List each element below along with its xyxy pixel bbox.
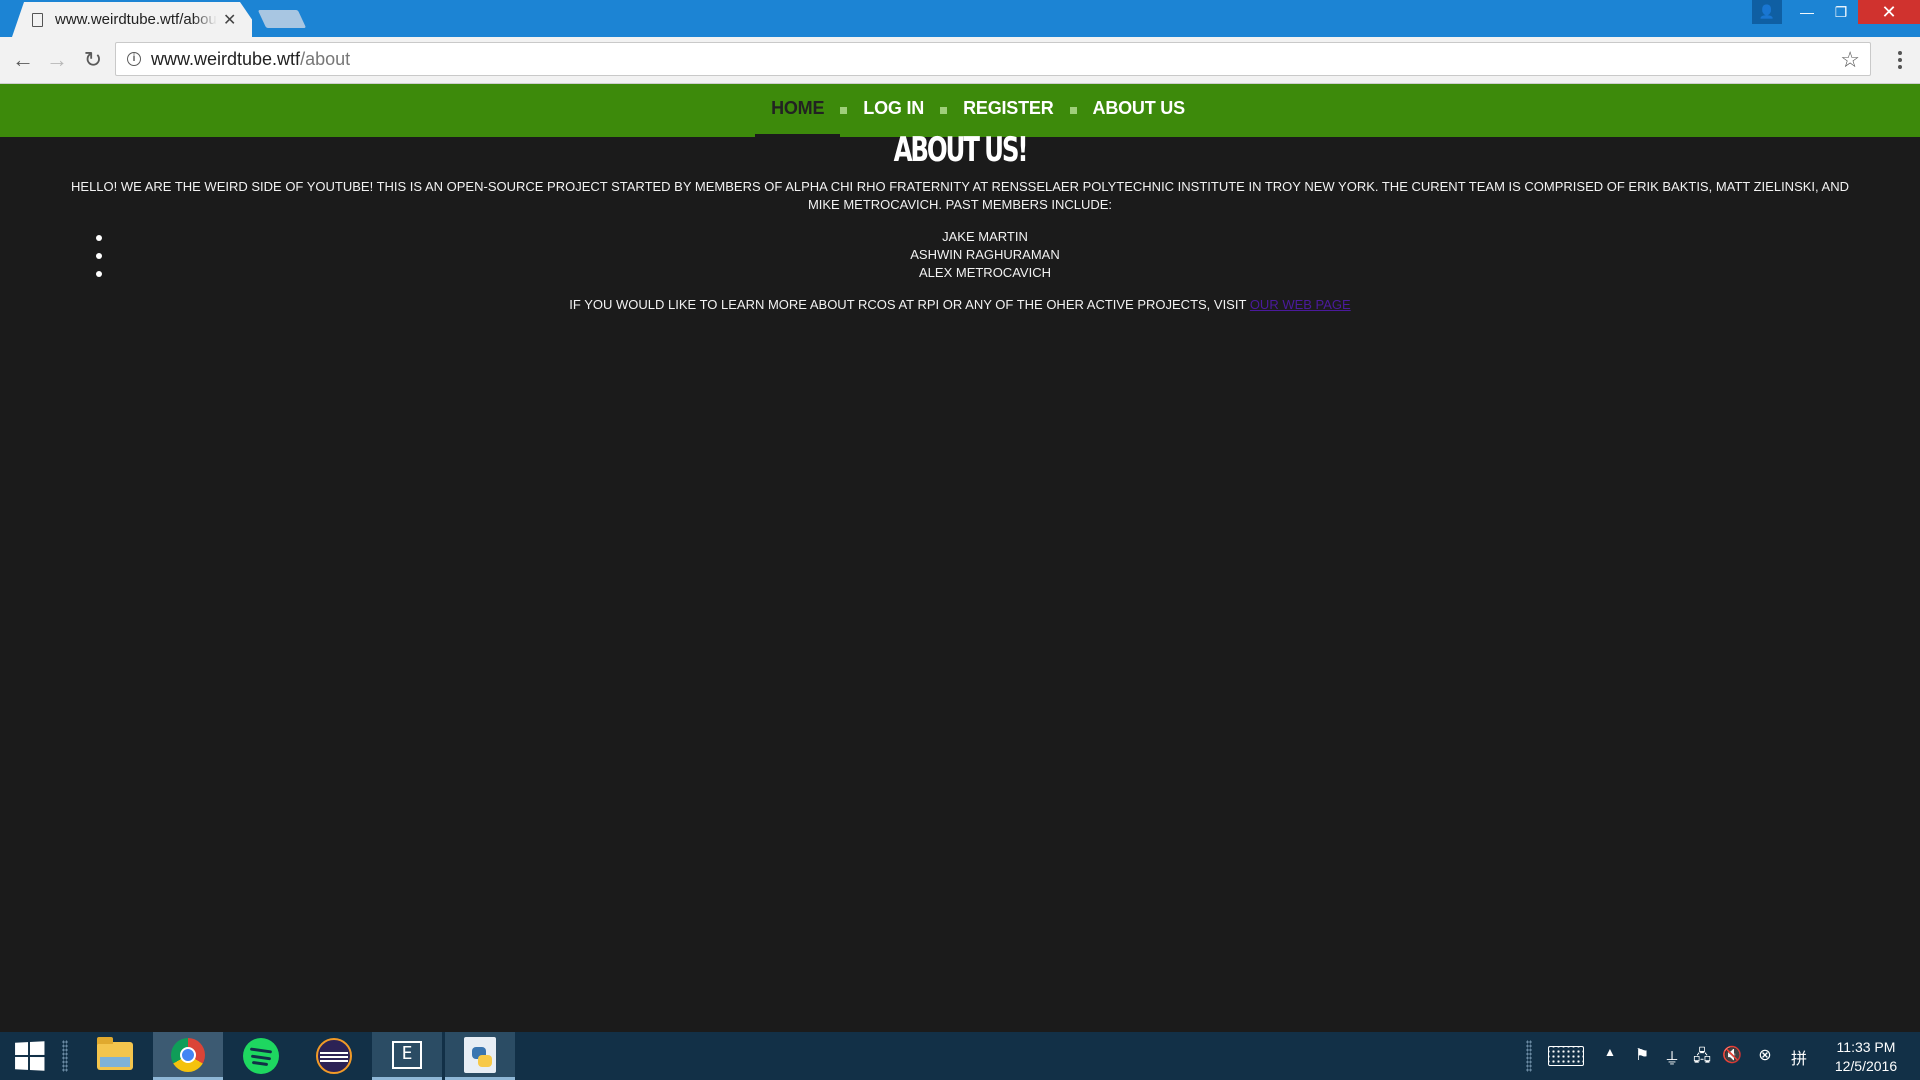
bookmark-star-icon[interactable]: ☆: [1840, 47, 1860, 73]
tray-grip: [1526, 1040, 1532, 1072]
touch-keyboard-icon[interactable]: [1548, 1046, 1584, 1066]
language-icon[interactable]: 拼: [1788, 1045, 1810, 1069]
network-icon[interactable]: 🖧: [1691, 1045, 1713, 1072]
outro-paragraph: IF YOU WOULD LIKE TO LEARN MORE ABOUT RC…: [0, 297, 1920, 312]
python-app[interactable]: [445, 1032, 515, 1080]
eclipse-app[interactable]: [299, 1032, 369, 1080]
start-button[interactable]: [0, 1032, 58, 1080]
chrome-app[interactable]: [153, 1032, 223, 1080]
browser-menu-icon[interactable]: [1890, 49, 1910, 71]
new-tab-button[interactable]: [257, 10, 307, 28]
volume-muted-icon[interactable]: 🔇: [1721, 1045, 1743, 1065]
info-icon[interactable]: i: [127, 52, 141, 66]
clock-date: 12/5/2016: [1834, 1058, 1898, 1074]
bullet-icon: [96, 235, 102, 241]
our-web-page-link[interactable]: OUR WEB PAGE: [1250, 297, 1351, 312]
flag-icon[interactable]: ⚑: [1631, 1045, 1653, 1065]
nav-separator: [940, 107, 948, 114]
eclipse-icon: [316, 1038, 352, 1074]
maximize-button[interactable]: ❐: [1824, 0, 1858, 24]
past-member-name: ALEX METROCAVICH: [919, 265, 1051, 280]
chrome-icon: [171, 1037, 205, 1072]
terminal-app[interactable]: E: [372, 1032, 442, 1080]
taskbar: E ▲ ⚑ ⏚ 🖧 🔇 ⊗ 拼 11:33 PM 12/5/2016: [0, 1032, 1920, 1080]
browser-toolbar: ← → ↻ i www.weirdtube.wtf/about ☆: [0, 37, 1920, 84]
list-item: ASHWIN RAGHURAMAN: [0, 246, 1920, 264]
address-bar[interactable]: i www.weirdtube.wtf/about ☆: [115, 42, 1871, 76]
bullet-icon: [96, 253, 102, 259]
bullet-icon: [96, 271, 102, 277]
error-icon[interactable]: ⊗: [1754, 1045, 1776, 1065]
url-path: /about: [300, 48, 351, 69]
windows-logo-icon: [15, 1041, 45, 1071]
nav-separator: [840, 107, 848, 114]
clock-time: 11:33 PM: [1836, 1039, 1896, 1055]
outro-text: IF YOU WOULD LIKE TO LEARN MORE ABOUT RC…: [569, 297, 1247, 312]
clock[interactable]: 11:33 PM 12/5/2016: [1826, 1038, 1906, 1076]
reload-icon[interactable]: ↻: [78, 45, 108, 75]
nav-separator: [1069, 107, 1077, 114]
browser-tab-content[interactable]: www.weirdtube.wtf/about ✕: [18, 2, 246, 37]
page-title: ABOUT US!: [893, 130, 1029, 170]
list-item: JAKE MARTIN: [0, 228, 1920, 246]
browser-titlebar: www.weirdtube.wtf/about ✕ 👤 — ❐ ✕: [0, 0, 1920, 37]
past-member-name: ASHWIN RAGHURAMAN: [910, 247, 1060, 262]
close-window-button[interactable]: ✕: [1858, 0, 1920, 24]
terminal-icon: E: [392, 1040, 422, 1069]
back-arrow-icon[interactable]: ←: [8, 45, 38, 75]
intro-paragraph: HELLO! WE ARE THE WEIRD SIDE OF YOUTUBE!…: [71, 179, 1849, 212]
forward-arrow-icon[interactable]: →: [42, 45, 72, 75]
python-icon: [464, 1036, 496, 1073]
show-hidden-icons-icon[interactable]: ▲: [1599, 1045, 1621, 1059]
spotify-icon: [243, 1038, 279, 1074]
folder-icon: [97, 1037, 133, 1070]
file-explorer-app[interactable]: [80, 1032, 150, 1080]
tab-title: www.weirdtube.wtf/about: [55, 11, 217, 28]
spotify-app[interactable]: [226, 1032, 296, 1080]
minimize-button[interactable]: —: [1790, 0, 1824, 24]
profile-icon[interactable]: 👤: [1752, 0, 1782, 24]
past-members-list: JAKE MARTIN ASHWIN RAGHURAMAN ALEX METRO…: [0, 228, 1920, 282]
past-member-name: JAKE MARTIN: [942, 229, 1028, 244]
close-tab-icon[interactable]: ✕: [223, 10, 236, 30]
page-icon: [32, 12, 43, 27]
taskbar-grip: [62, 1040, 68, 1072]
usb-icon[interactable]: ⏚: [1661, 1045, 1683, 1069]
list-item: ALEX METROCAVICH: [0, 264, 1920, 282]
url-host: www.weirdtube.wtf: [151, 48, 301, 69]
